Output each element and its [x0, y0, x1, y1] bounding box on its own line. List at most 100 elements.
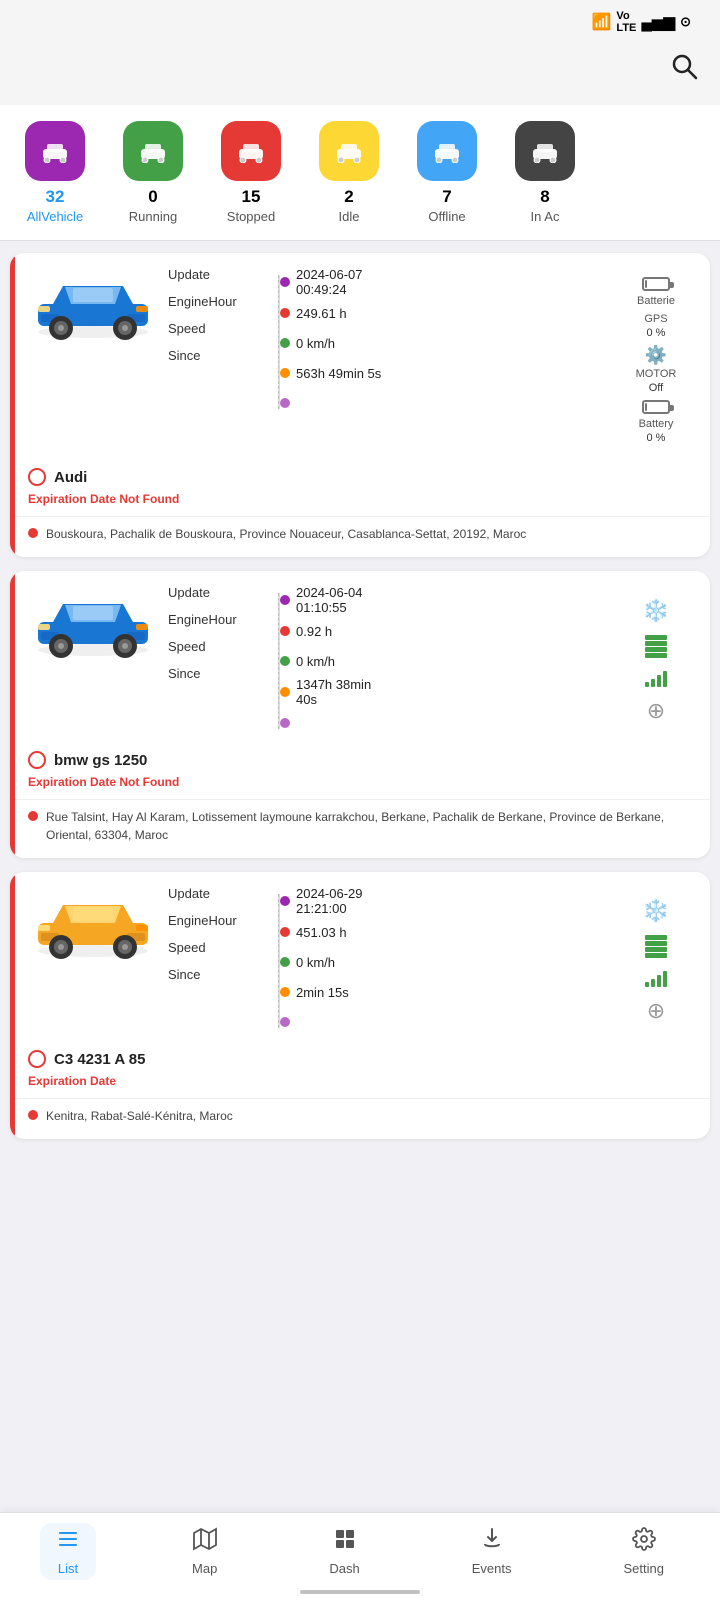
value-speed-2: 0 km/h — [284, 948, 606, 976]
value-update-2: 2024-06-2921:21:00 — [284, 886, 606, 916]
text-since-1: 1347h 38min40s — [296, 677, 371, 707]
nav-icon-map — [193, 1527, 217, 1557]
nav-item-events[interactable]: Events — [456, 1523, 528, 1580]
tab-icon-running — [123, 121, 183, 181]
battery-green-icon — [645, 935, 667, 958]
text-engine-2: 451.03 h — [296, 925, 347, 940]
info-labels-0: Update EngineHour Speed Since — [168, 267, 268, 417]
value-update-0: 2024-06-0700:49:24 — [284, 267, 606, 297]
dot-since-0 — [280, 368, 290, 378]
dot-update-2 — [280, 896, 290, 906]
location-row-1: Rue Talsint, Hay Al Karam, Lotissement l… — [10, 799, 710, 858]
battery-green-item — [645, 935, 667, 958]
car-image-0 — [28, 267, 158, 347]
value-since-2: 2min 15s — [284, 978, 606, 1006]
target-icon: ⊕ — [647, 698, 665, 724]
card-info-0: Update EngineHour Speed Since 2024-06-07… — [168, 267, 606, 454]
batterie-label: Batterie — [637, 295, 675, 307]
filter-tabs: 32AllVehicle 0Running 15Stopped 2Idle 7O… — [0, 105, 720, 241]
car-image-1 — [28, 585, 158, 665]
text-speed-2: 0 km/h — [296, 955, 335, 970]
card-top-1: Update EngineHour Speed Since 2024-06-04… — [10, 571, 710, 747]
dot-extra-1 — [280, 718, 290, 728]
battery-label: Battery — [639, 418, 674, 430]
nav-item-list[interactable]: List — [40, 1523, 96, 1580]
battery-green-icon — [645, 635, 667, 658]
battery-value: 0 % — [647, 432, 666, 444]
value-since-0: 563h 49min 5s — [284, 359, 606, 387]
label-speed-2: Speed — [168, 940, 268, 955]
target-item: ⊕ — [647, 998, 665, 1024]
nav-icon-setting — [632, 1527, 656, 1557]
value-speed-1: 0 km/h — [284, 647, 606, 675]
location-dot-2 — [28, 1110, 38, 1120]
tab-label-offline: Offline — [428, 209, 465, 224]
vehicle-name-row-2: C3 4231 A 85 — [10, 1046, 710, 1068]
label-update-2: Update — [168, 886, 268, 901]
nav-item-dash[interactable]: Dash — [313, 1523, 375, 1580]
search-button[interactable] — [668, 50, 700, 89]
vehicle-radio-2[interactable] — [28, 1050, 46, 1068]
filter-tab-all[interactable]: 32AllVehicle — [10, 117, 100, 228]
vehicle-card-2[interactable]: Update EngineHour Speed Since 2024-06-29… — [10, 872, 710, 1139]
vehicle-card-1[interactable]: Update EngineHour Speed Since 2024-06-04… — [10, 571, 710, 858]
snowflake-item: ❄️ — [642, 898, 669, 924]
motor-icon: ⚙️ — [645, 345, 667, 366]
filter-tab-inac[interactable]: 8In Ac — [500, 117, 590, 228]
motor-item: ⚙️ MOTOR Off — [636, 345, 677, 394]
status-icons: 📶 VoLTE ▄▅▆ ⊙ — [587, 10, 697, 34]
target-item: ⊕ — [647, 698, 665, 724]
vehicle-card-0[interactable]: Update EngineHour Speed Since 2024-06-07… — [10, 253, 710, 557]
bottom-nav: List Map Dash Events Setting — [0, 1512, 720, 1600]
filter-tab-offline[interactable]: 7Offline — [402, 117, 492, 228]
batterie-item: Batterie — [637, 277, 675, 307]
vehicle-radio-0[interactable] — [28, 468, 46, 486]
value-extra-0 — [284, 389, 606, 417]
filter-tab-stopped[interactable]: 15Stopped — [206, 117, 296, 228]
nav-label-events: Events — [472, 1561, 512, 1576]
nav-item-map[interactable]: Map — [176, 1523, 233, 1580]
label-engine-0: EngineHour — [168, 294, 268, 309]
text-update-0: 2024-06-0700:49:24 — [296, 267, 363, 297]
filter-tab-idle[interactable]: 2Idle — [304, 117, 394, 228]
tab-label-stopped: Stopped — [227, 209, 275, 224]
tab-icon-all — [25, 121, 85, 181]
card-info-1: Update EngineHour Speed Since 2024-06-04… — [168, 585, 606, 737]
info-rows-0: Update EngineHour Speed Since 2024-06-07… — [168, 267, 606, 417]
expiry-text-2: Expiration Date — [10, 1068, 710, 1092]
vehicle-radio-1[interactable] — [28, 751, 46, 769]
search-bar — [0, 40, 720, 105]
info-rows-2: Update EngineHour Speed Since 2024-06-29… — [168, 886, 606, 1036]
tab-label-running: Running — [129, 209, 177, 224]
text-engine-0: 249.61 h — [296, 306, 347, 321]
dot-since-1 — [280, 687, 290, 697]
snowflake-item: ❄️ — [642, 598, 669, 624]
expiry-text-1: Expiration Date Not Found — [10, 769, 710, 793]
tab-label-inac: In Ac — [531, 209, 560, 224]
card-top-0: Update EngineHour Speed Since 2024-06-07… — [10, 253, 710, 464]
text-since-2: 2min 15s — [296, 985, 349, 1000]
label-update-1: Update — [168, 585, 268, 600]
value-speed-0: 0 km/h — [284, 329, 606, 357]
location-row-0: Bouskoura, Pachalik de Bouskoura, Provin… — [10, 516, 710, 557]
dot-update-0 — [280, 277, 290, 287]
dot-speed-2 — [280, 957, 290, 967]
location-text-2: Kenitra, Rabat-Salé-Kénitra, Maroc — [46, 1107, 233, 1125]
expiry-text-0: Expiration Date Not Found — [10, 486, 710, 510]
label-speed-1: Speed — [168, 639, 268, 654]
nav-icon-events — [480, 1527, 504, 1557]
filter-tab-running[interactable]: 0Running — [108, 117, 198, 228]
value-engine-0: 249.61 h — [284, 299, 606, 327]
card-right-1: ❄️ ⊕ — [616, 585, 696, 737]
label-engine-1: EngineHour — [168, 612, 268, 627]
target-icon: ⊕ — [647, 998, 665, 1024]
value-extra-2 — [284, 1008, 606, 1036]
status-bar: 📶 VoLTE ▄▅▆ ⊙ — [0, 0, 720, 40]
dot-extra-0 — [280, 398, 290, 408]
lte-icon: VoLTE — [616, 10, 636, 34]
card-top-2: Update EngineHour Speed Since 2024-06-29… — [10, 872, 710, 1046]
text-speed-0: 0 km/h — [296, 336, 335, 351]
value-engine-1: 0.92 h — [284, 617, 606, 645]
dot-extra-2 — [280, 1017, 290, 1027]
nav-item-setting[interactable]: Setting — [607, 1523, 679, 1580]
